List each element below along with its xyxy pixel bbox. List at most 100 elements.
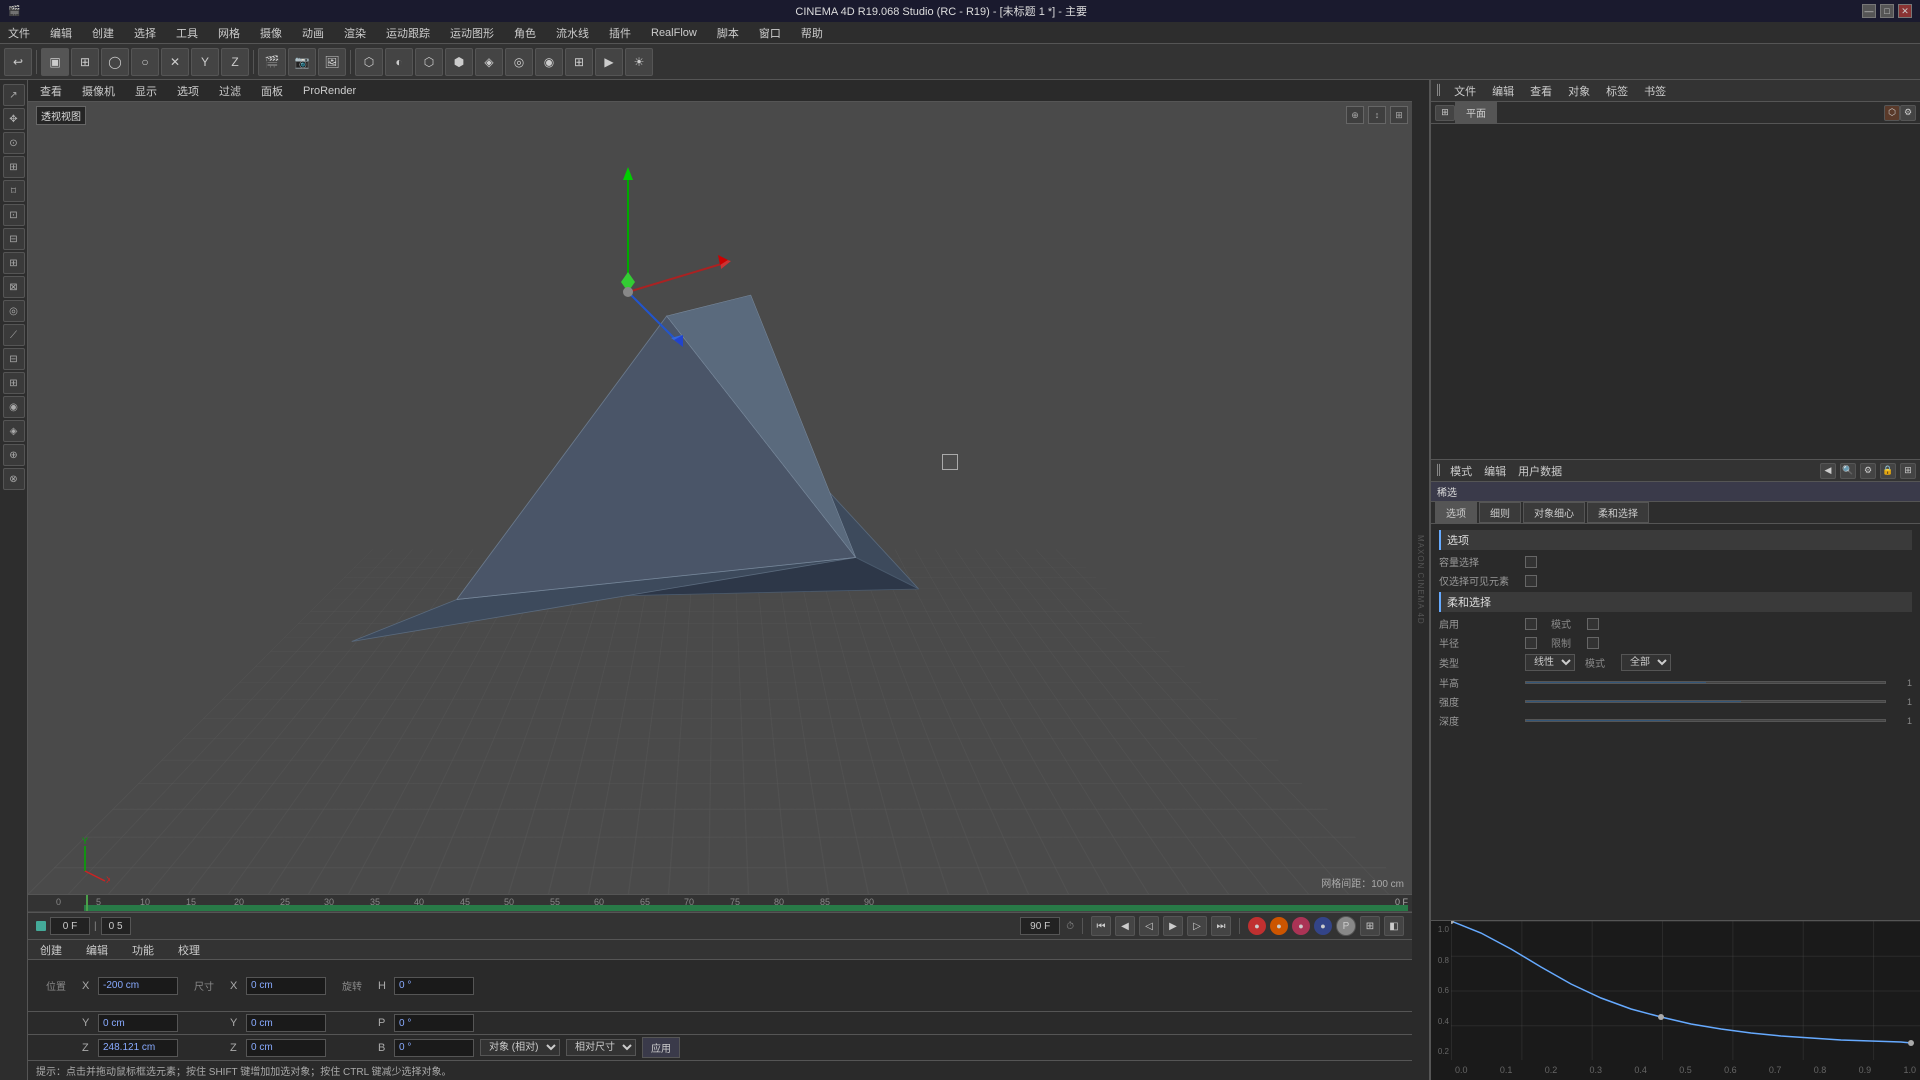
light2-tool[interactable]: ☀ — [625, 48, 653, 76]
prev-frame-button[interactable]: ◀ — [1115, 916, 1135, 936]
obj-menu-view[interactable]: 查看 — [1526, 81, 1556, 101]
menu-select[interactable]: 选择 — [130, 23, 160, 43]
obj-menu-file[interactable]: 文件 — [1450, 81, 1480, 101]
h-rot-input[interactable] — [394, 977, 474, 995]
menu-character[interactable]: 角色 — [510, 23, 540, 43]
softsel-limit-checkbox[interactable] — [1587, 637, 1599, 649]
left-tool-1[interactable]: ↗ — [3, 84, 25, 106]
obj-menu-tag[interactable]: 标签 — [1602, 81, 1632, 101]
left-tool-6[interactable]: ⊡ — [3, 204, 25, 226]
attr-search-icon[interactable]: 🔍 — [1840, 463, 1856, 479]
menu-edit[interactable]: 编辑 — [46, 23, 76, 43]
z-size-input[interactable] — [246, 1039, 326, 1057]
y-tool[interactable]: Y — [191, 48, 219, 76]
key-button[interactable]: ◧ — [1384, 916, 1404, 936]
attr-tab-options[interactable]: 选项 — [1435, 502, 1477, 523]
left-tool-16[interactable]: ⊕ — [3, 444, 25, 466]
attr-tab-softsel[interactable]: 柔和选择 — [1587, 502, 1649, 523]
menu-create[interactable]: 创建 — [88, 23, 118, 43]
light-tool[interactable]: ⬡ — [415, 48, 443, 76]
left-tool-3[interactable]: ⊙ — [3, 132, 25, 154]
render-region[interactable]: 📷 — [288, 48, 316, 76]
menu-help[interactable]: 帮助 — [797, 23, 827, 43]
attr-tab-object[interactable]: 对象细心 — [1523, 502, 1585, 523]
left-tool-8[interactable]: ⊞ — [3, 252, 25, 274]
vp-menu-display[interactable]: 显示 — [131, 81, 161, 101]
fps-input[interactable] — [101, 917, 131, 935]
y-pos-input[interactable] — [98, 1014, 178, 1032]
record-rot-button[interactable]: ● — [1292, 917, 1310, 935]
softsel-radius-checkbox[interactable] — [1525, 637, 1537, 649]
apply-button[interactable]: 应用 — [642, 1037, 680, 1058]
bottom-tab-create[interactable]: 创建 — [36, 940, 66, 960]
left-tool-13[interactable]: ⊞ — [3, 372, 25, 394]
bottom-tab-func[interactable]: 功能 — [128, 940, 158, 960]
delete-tool[interactable]: ✕ — [161, 48, 189, 76]
bottom-tab-calibrate[interactable]: 校理 — [174, 940, 204, 960]
attr-menu-userdata[interactable]: 用户数据 — [1514, 461, 1566, 481]
record-button[interactable]: ● — [1248, 917, 1266, 935]
left-tool-17[interactable]: ⊗ — [3, 468, 25, 490]
frame-input[interactable] — [50, 917, 90, 935]
menu-realflow[interactable]: RealFlow — [647, 25, 701, 41]
left-tool-5[interactable]: ⌑ — [3, 180, 25, 202]
menu-render[interactable]: 渲染 — [340, 23, 370, 43]
attr-collapse-btn[interactable]: ◀ — [1820, 463, 1836, 479]
attr-menu-mode[interactable]: 模式 — [1446, 461, 1476, 481]
obj-menu-object[interactable]: 对象 — [1564, 81, 1594, 101]
menu-animate[interactable]: 动画 — [298, 23, 328, 43]
softsel-enable-checkbox[interactable] — [1525, 618, 1537, 630]
minimize-button[interactable]: — — [1862, 4, 1876, 18]
nurbs-tool[interactable]: ◎ — [505, 48, 533, 76]
move-tool[interactable]: ⊞ — [71, 48, 99, 76]
viewport-ctrl-1[interactable]: ⊕ — [1346, 106, 1364, 124]
play-forward-button[interactable]: ▷ — [1187, 916, 1207, 936]
render-active[interactable]: 🖼 — [318, 48, 346, 76]
goto-end-button[interactable]: ⏭ — [1211, 916, 1231, 936]
menu-plugins[interactable]: 插件 — [605, 23, 635, 43]
sphere-tool[interactable]: ◐ — [385, 48, 413, 76]
undo-button[interactable]: ↩ — [4, 48, 32, 76]
left-tool-10[interactable]: ◎ — [3, 300, 25, 322]
goto-start-button[interactable]: ⏮ — [1091, 916, 1111, 936]
menu-pipeline[interactable]: 流水线 — [552, 23, 593, 43]
left-tool-15[interactable]: ◈ — [3, 420, 25, 442]
menu-window[interactable]: 窗口 — [755, 23, 785, 43]
record-scale-button[interactable]: ● — [1314, 917, 1332, 935]
render-preview[interactable]: 🎬 — [258, 48, 286, 76]
left-tool-7[interactable]: ⊟ — [3, 228, 25, 250]
softsel-mode-checkbox[interactable] — [1587, 618, 1599, 630]
attr-lock-icon[interactable]: 🔒 — [1880, 463, 1896, 479]
strength-slider[interactable] — [1525, 700, 1886, 703]
cube-tool[interactable]: ⬡ — [355, 48, 383, 76]
viewport-ctrl-2[interactable]: ↕ — [1368, 106, 1386, 124]
vp-menu-prorender[interactable]: ProRender — [299, 83, 360, 99]
play-back-button[interactable]: ◁ — [1139, 916, 1159, 936]
viewport-ctrl-3[interactable]: ⊞ — [1390, 106, 1408, 124]
menu-file[interactable]: 文件 — [4, 23, 34, 43]
mid-slider[interactable] — [1525, 681, 1886, 684]
menu-tools[interactable]: 工具 — [172, 23, 202, 43]
scale-tool[interactable]: ◯ — [101, 48, 129, 76]
z-pos-input[interactable] — [98, 1039, 178, 1057]
grid-tool[interactable]: ⊞ — [565, 48, 593, 76]
bottom-tab-edit[interactable]: 编辑 — [82, 940, 112, 960]
vp-menu-camera[interactable]: 摄像机 — [78, 81, 119, 101]
object-space-dropdown[interactable]: 对象 (相对) 世界坐标 — [480, 1039, 560, 1056]
p-rot-input[interactable] — [394, 1014, 474, 1032]
attr-expand-icon[interactable]: ⊞ — [1900, 463, 1916, 479]
maximize-button[interactable]: □ — [1880, 4, 1894, 18]
obj-mode-btn[interactable]: ⊞ — [1435, 105, 1455, 121]
menu-mograph[interactable]: 运动图形 — [446, 23, 498, 43]
visible-only-checkbox[interactable] — [1525, 575, 1537, 587]
attr-menu-edit[interactable]: 编辑 — [1480, 461, 1510, 481]
video-tool[interactable]: ▶ — [595, 48, 623, 76]
vp-menu-options[interactable]: 选项 — [173, 81, 203, 101]
camera-tool[interactable]: ⬢ — [445, 48, 473, 76]
attr-tab-detail[interactable]: 细则 — [1479, 502, 1521, 523]
vp-menu-panel[interactable]: 面板 — [257, 81, 287, 101]
rotate-tool[interactable]: ○ — [131, 48, 159, 76]
vp-menu-filter[interactable]: 过滤 — [215, 81, 245, 101]
left-tool-11[interactable]: ⟋ — [3, 324, 25, 346]
obj-menu-bookmark[interactable]: 书签 — [1640, 81, 1670, 101]
